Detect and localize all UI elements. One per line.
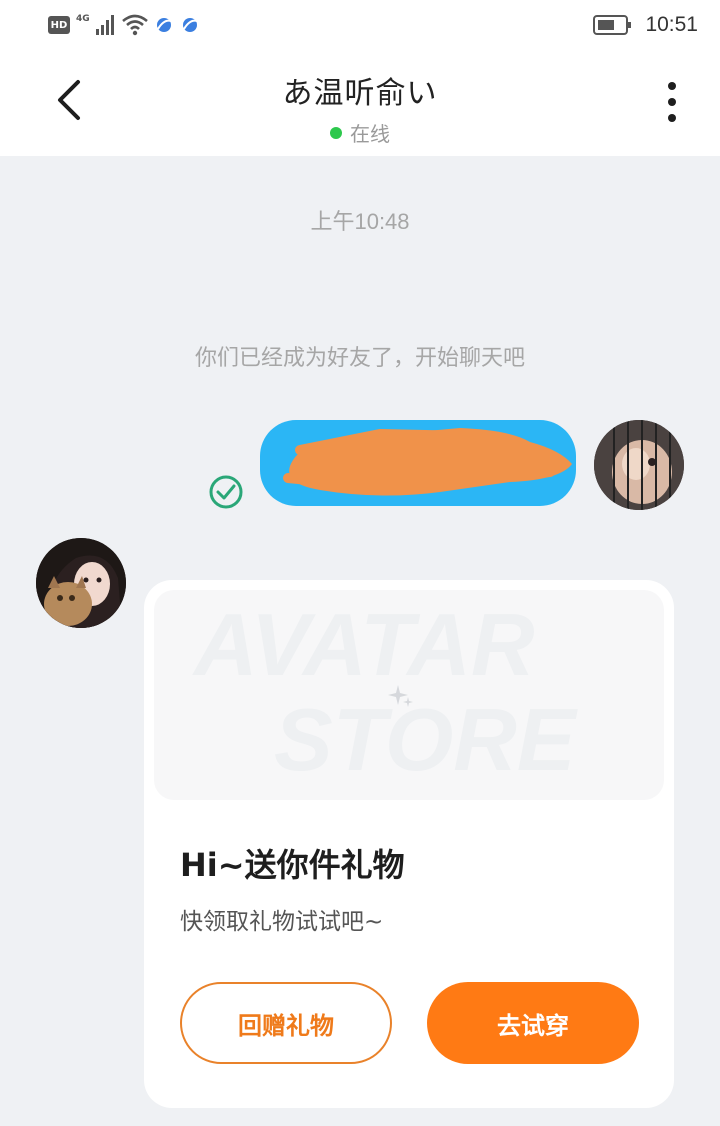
status-indicators: HD 4G <box>48 12 200 38</box>
try-on-button[interactable]: 去试穿 <box>427 982 639 1064</box>
network-type-label: 4G <box>76 14 90 24</box>
chevron-left-icon <box>58 80 80 120</box>
gift-title: Hi~送你件礼物 <box>180 846 405 884</box>
return-gift-button[interactable]: 回赠礼物 <box>180 982 392 1064</box>
gift-card[interactable]: AVATAR STORE Hi~送你件礼物 快领取礼物试试吧~ 回赠礼物 去试穿 <box>144 580 674 1108</box>
status-right: 10:51 <box>593 10 698 40</box>
title-block: あ温听俞い 在线 <box>160 68 560 147</box>
my-avatar[interactable] <box>594 420 684 510</box>
sent-message-bubble[interactable] <box>260 420 576 506</box>
watermark-line-1: AVATAR <box>192 595 535 694</box>
redacted-message-content <box>283 428 572 496</box>
check-circle-icon <box>209 475 243 509</box>
signal-icon <box>95 15 114 35</box>
battery-icon <box>593 15 632 35</box>
avatar-photo <box>594 420 684 510</box>
more-options-button[interactable] <box>660 80 684 124</box>
chat-header: あ温听俞い 在线 <box>0 50 720 156</box>
status-time: 10:51 <box>645 13 698 36</box>
online-indicator-dot <box>330 126 342 139</box>
gift-banner-image: AVATAR STORE <box>154 590 664 800</box>
avatar-photo <box>36 538 126 628</box>
online-status: 在线 <box>160 118 560 147</box>
message-timestamp: 上午10:48 <box>310 209 410 234</box>
more-vertical-icon <box>668 82 676 122</box>
app-notification-icon <box>182 18 197 32</box>
watermark-line-2: STORE <box>274 690 578 789</box>
peer-avatar[interactable] <box>36 538 126 628</box>
gift-subtitle: 快领取礼物试试吧~ <box>180 909 384 935</box>
chat-title: あ温听俞い <box>282 76 438 111</box>
back-button[interactable] <box>50 78 90 122</box>
system-message: 你们已经成为好友了，开始聊天吧 <box>194 346 525 371</box>
avatar-store-watermark: AVATAR STORE <box>192 595 578 789</box>
wifi-icon <box>121 14 148 36</box>
status-bar: HD 4G 10:51 <box>0 0 720 50</box>
app-notification-icon <box>156 18 171 32</box>
online-status-text: 在线 <box>350 122 390 146</box>
hd-badge: HD <box>48 16 70 34</box>
